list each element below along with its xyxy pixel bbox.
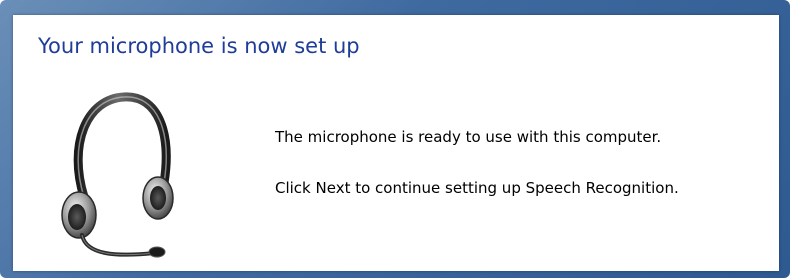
next-instruction: Click Next to continue setting up Speech… xyxy=(275,179,679,197)
dialog-frame: Your microphone is now set up The microp… xyxy=(0,0,790,278)
dialog-panel: Your microphone is now set up The microp… xyxy=(13,15,779,271)
headset-icon xyxy=(61,92,174,258)
page-title: Your microphone is now set up xyxy=(38,34,360,58)
ready-message: The microphone is ready to use with this… xyxy=(275,128,662,146)
